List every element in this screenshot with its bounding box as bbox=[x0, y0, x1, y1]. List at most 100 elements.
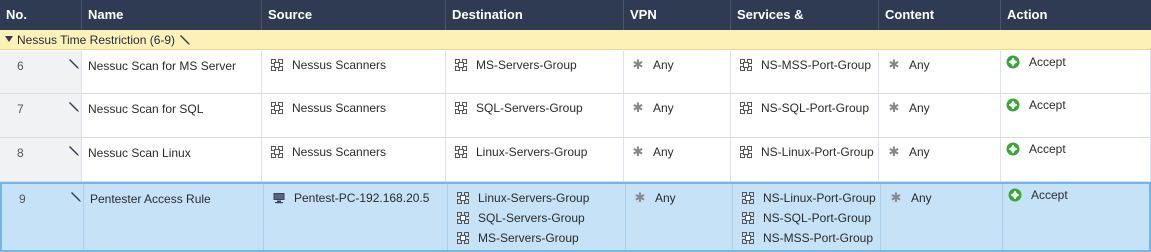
cell-destination[interactable]: MS-Servers-Group bbox=[446, 51, 624, 93]
vpn-value[interactable]: ✱ Any bbox=[632, 144, 674, 160]
column-header-destination[interactable]: Destination bbox=[446, 0, 624, 30]
column-header-services[interactable]: Services & Applications bbox=[731, 0, 879, 52]
source-object[interactable]: Pentest-PC-192.168.20.5 bbox=[273, 190, 429, 206]
destination-object[interactable]: MS-Servers-Group bbox=[457, 230, 579, 246]
cell-content[interactable]: ✱ Any bbox=[879, 138, 1001, 181]
cell-vpn[interactable]: ✱ Any bbox=[624, 94, 731, 137]
vpn-value[interactable]: ✱ Any bbox=[634, 190, 676, 206]
cell-source[interactable]: Pentest-PC-192.168.20.5 bbox=[264, 184, 448, 250]
cell-vpn[interactable]: ✱ Any bbox=[624, 51, 731, 93]
cell-source[interactable]: Nessus Scanners bbox=[262, 94, 446, 137]
cell-name[interactable]: Nessuc Scan Linux bbox=[82, 138, 262, 181]
content-value-label: Any bbox=[909, 101, 930, 115]
cell-vpn[interactable]: ✱ Any bbox=[624, 138, 731, 181]
table-row[interactable]: 6 Nessuc Scan for MS Server Nessus Scanner… bbox=[0, 51, 1151, 94]
cell-action[interactable]: Accept bbox=[1003, 184, 1151, 250]
edit-pencil-icon[interactable] bbox=[178, 33, 192, 47]
cell-destination[interactable]: SQL-Servers-Group bbox=[446, 94, 624, 137]
cell-services[interactable]: NS-Linux-Port-Group NS-SQL-Port-Group NS-M… bbox=[733, 184, 881, 250]
any-icon: ✱ bbox=[632, 57, 644, 72]
vpn-value[interactable]: ✱ Any bbox=[632, 57, 674, 73]
rule-number: 8 bbox=[17, 146, 24, 160]
any-icon: ✱ bbox=[632, 144, 644, 159]
cell-name[interactable]: Nessuc Scan for SQL bbox=[82, 94, 262, 137]
column-header-action[interactable]: Action bbox=[1001, 0, 1151, 30]
cell-vpn[interactable]: ✱ Any bbox=[626, 184, 733, 250]
group-icon bbox=[742, 212, 754, 224]
cell-no[interactable]: 9 bbox=[2, 184, 84, 250]
column-header-vpn[interactable]: VPN bbox=[624, 0, 731, 30]
cell-no[interactable]: 6 bbox=[0, 51, 82, 93]
computer-icon bbox=[273, 193, 285, 204]
action-value[interactable]: Accept bbox=[1006, 97, 1066, 113]
cell-destination[interactable]: Linux-Servers-Group SQL-Servers-Group MS-S… bbox=[448, 184, 626, 250]
service-object-label: NS-MSS-Port-Group bbox=[761, 58, 872, 72]
action-value[interactable]: Accept bbox=[1006, 54, 1066, 70]
action-value[interactable]: Accept bbox=[1008, 187, 1068, 203]
rule-name: Pentester Access Rule bbox=[90, 192, 211, 206]
service-object[interactable]: NS-SQL-Port-Group bbox=[740, 100, 869, 116]
cell-services[interactable]: NS-SQL-Port-Group bbox=[731, 94, 879, 137]
vpn-value-label: Any bbox=[653, 145, 674, 159]
edit-pencil-icon[interactable] bbox=[67, 57, 81, 71]
source-object[interactable]: Nessus Scanners bbox=[271, 57, 386, 73]
vpn-value[interactable]: ✱ Any bbox=[632, 100, 674, 116]
destination-object-label: Linux-Servers-Group bbox=[476, 145, 588, 159]
destination-object[interactable]: SQL-Servers-Group bbox=[455, 100, 583, 116]
service-object[interactable]: NS-Linux-Port-Group bbox=[742, 190, 876, 206]
cell-name[interactable]: Nessuc Scan for MS Server bbox=[82, 51, 262, 93]
content-value[interactable]: ✱ Any bbox=[890, 190, 932, 206]
cell-destination[interactable]: Linux-Servers-Group bbox=[446, 138, 624, 181]
column-header-content[interactable]: Content bbox=[879, 0, 1001, 30]
content-value[interactable]: ✱ Any bbox=[888, 100, 930, 116]
cell-action[interactable]: Accept bbox=[1001, 51, 1151, 93]
destination-object[interactable]: Linux-Servers-Group bbox=[455, 144, 587, 160]
service-object[interactable]: NS-MSS-Port-Group bbox=[742, 230, 873, 246]
service-object[interactable]: NS-MSS-Port-Group bbox=[740, 57, 871, 73]
action-value[interactable]: Accept bbox=[1006, 141, 1066, 157]
content-value[interactable]: ✱ Any bbox=[888, 57, 930, 73]
cell-content[interactable]: ✱ Any bbox=[879, 51, 1001, 93]
source-object[interactable]: Nessus Scanners bbox=[271, 100, 386, 116]
group-icon bbox=[457, 192, 469, 204]
cell-no[interactable]: 8 bbox=[0, 138, 82, 181]
collapse-arrow-icon[interactable] bbox=[5, 36, 13, 42]
table-row[interactable]: 8 Nessuc Scan Linux Nessus Scanners Linux-S… bbox=[0, 138, 1151, 182]
cell-content[interactable]: ✱ Any bbox=[879, 94, 1001, 137]
content-value[interactable]: ✱ Any bbox=[888, 144, 930, 160]
cell-source[interactable]: Nessus Scanners bbox=[262, 51, 446, 93]
cell-services[interactable]: NS-MSS-Port-Group bbox=[731, 51, 879, 93]
edit-pencil-icon[interactable] bbox=[67, 100, 81, 114]
cell-action[interactable]: Accept bbox=[1001, 138, 1151, 181]
destination-object[interactable]: SQL-Servers-Group bbox=[457, 210, 585, 226]
service-object-label: NS-MSS-Port-Group bbox=[763, 231, 874, 245]
content-value-label: Any bbox=[909, 145, 930, 159]
cell-content[interactable]: ✱ Any bbox=[881, 184, 1003, 250]
group-icon bbox=[455, 146, 467, 158]
service-object[interactable]: NS-SQL-Port-Group bbox=[742, 210, 871, 226]
destination-object[interactable]: Linux-Servers-Group bbox=[457, 190, 589, 206]
column-header-no[interactable]: No. bbox=[0, 0, 82, 30]
source-object-label: Pentest-PC-192.168.20.5 bbox=[294, 191, 430, 205]
table-row[interactable]: 9 Pentester Access Rule Pentest-PC-192.168… bbox=[0, 182, 1151, 252]
vpn-value-label: Any bbox=[653, 101, 674, 115]
cell-services[interactable]: NS-Linux-Port-Group bbox=[731, 138, 879, 181]
content-value-label: Any bbox=[909, 58, 930, 72]
cell-no[interactable]: 7 bbox=[0, 94, 82, 137]
column-header-name[interactable]: Name bbox=[82, 0, 262, 30]
edit-pencil-icon[interactable] bbox=[67, 144, 81, 158]
column-header-source[interactable]: Source bbox=[262, 0, 446, 30]
source-object[interactable]: Nessus Scanners bbox=[271, 144, 386, 160]
cell-name[interactable]: Pentester Access Rule bbox=[84, 184, 264, 250]
group-icon bbox=[742, 192, 754, 204]
accept-icon bbox=[1006, 142, 1020, 156]
destination-object[interactable]: MS-Servers-Group bbox=[455, 57, 577, 73]
accept-icon bbox=[1008, 188, 1022, 202]
service-object[interactable]: NS-Linux-Port-Group bbox=[740, 144, 874, 160]
rule-number: 7 bbox=[17, 102, 24, 116]
section-header[interactable]: Nessus Time Restriction (6-9) bbox=[0, 30, 1151, 50]
cell-action[interactable]: Accept bbox=[1001, 94, 1151, 137]
cell-source[interactable]: Nessus Scanners bbox=[262, 138, 446, 181]
table-row[interactable]: 7 Nessuc Scan for SQL Nessus Scanners SQL-S… bbox=[0, 94, 1151, 138]
edit-pencil-icon[interactable] bbox=[69, 190, 83, 204]
